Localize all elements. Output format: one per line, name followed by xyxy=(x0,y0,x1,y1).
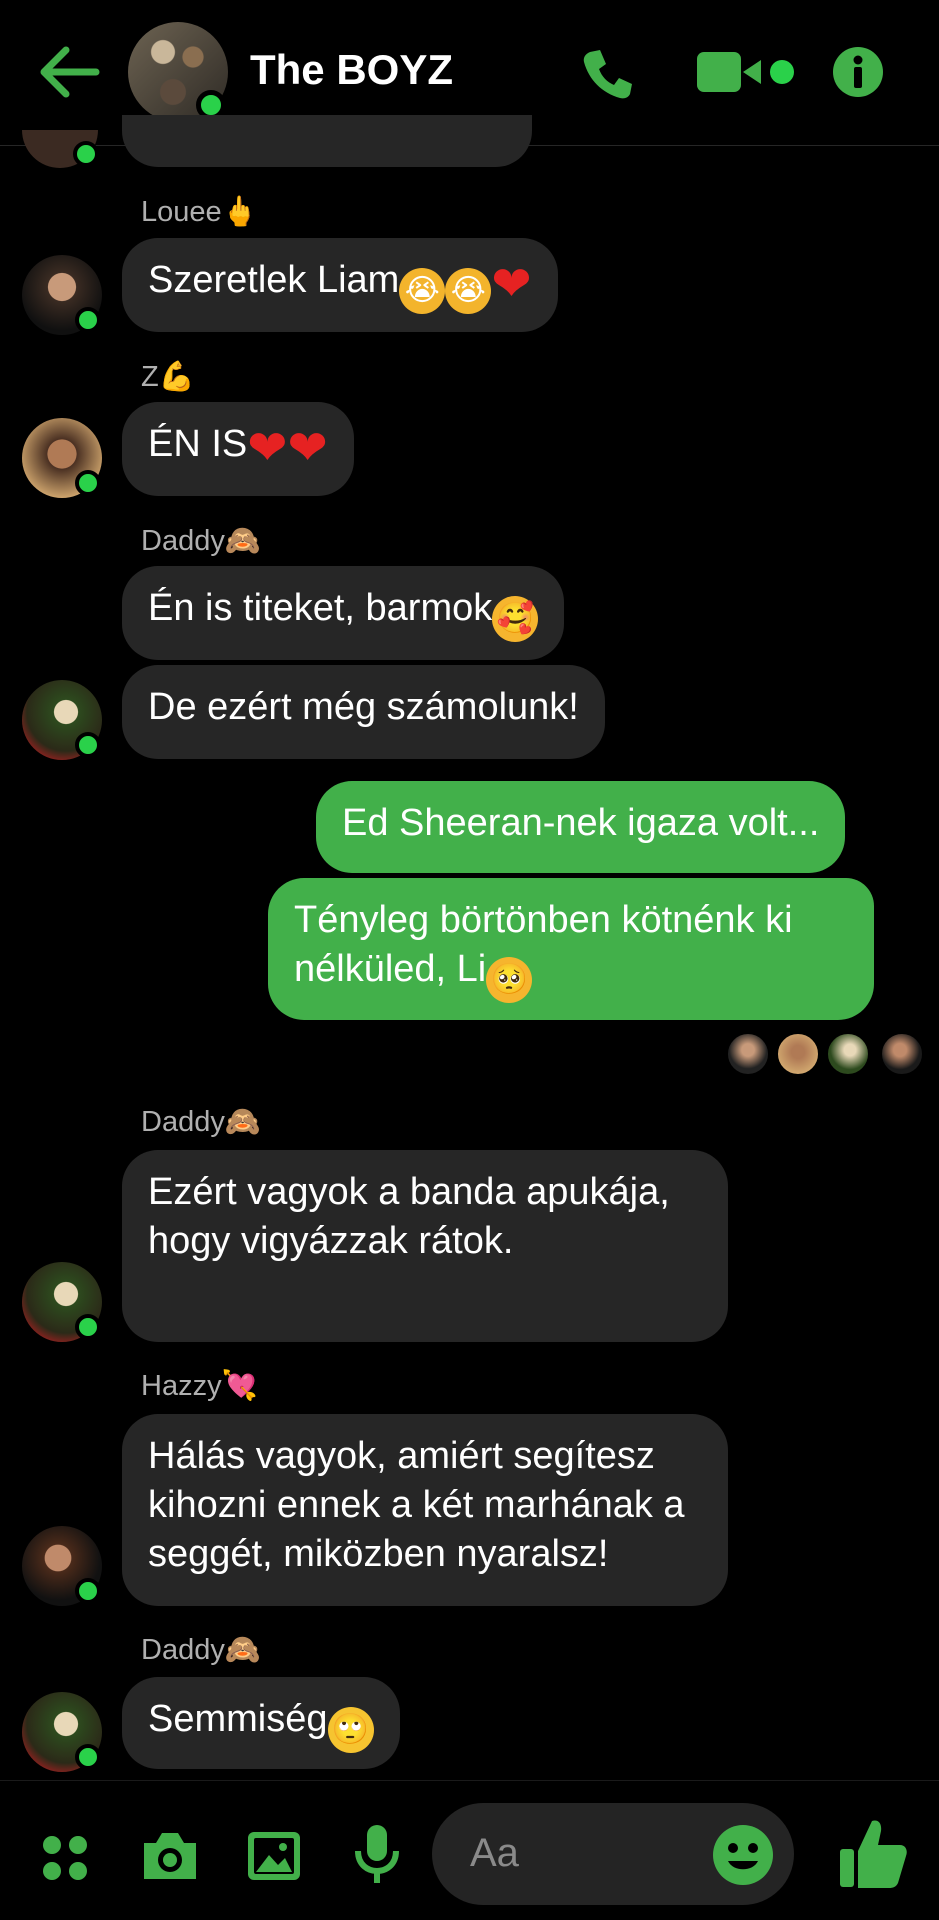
info-icon[interactable] xyxy=(832,46,884,98)
online-indicator xyxy=(75,307,101,333)
online-indicator xyxy=(75,1314,101,1340)
message-input-placeholder: Aa xyxy=(470,1831,519,1875)
red-heart-icon: ❤ xyxy=(247,422,288,475)
image-icon[interactable] xyxy=(245,1829,303,1883)
smiling-hearts-emoji-icon: 🥰 xyxy=(492,596,539,642)
seen-avatar-z xyxy=(776,1032,820,1076)
eye-roll-emoji-icon: 🙄 xyxy=(327,1707,374,1753)
online-indicator xyxy=(75,1578,101,1604)
sender-name: Hazzy💘 xyxy=(141,1370,258,1402)
message-bubble[interactable]: Szeretlek Liam 😭 😭 ❤ xyxy=(122,238,558,332)
video-camera-icon[interactable] xyxy=(695,50,805,94)
online-indicator xyxy=(75,732,101,758)
composer-bar: Aa xyxy=(0,1780,939,1920)
sender-name: Daddy🙈 xyxy=(141,1634,261,1666)
sender-name: Daddy🙈 xyxy=(141,525,261,557)
seen-avatar-hazzy xyxy=(880,1032,924,1076)
chat-title[interactable]: The BOYZ xyxy=(250,46,453,94)
my-message-bubble[interactable]: Ed Sheeran-nek igaza volt... xyxy=(316,781,846,873)
sender-name: Z💪 xyxy=(141,361,195,393)
crying-emoji-icon: 😭 xyxy=(445,268,492,314)
previous-message-bubble[interactable] xyxy=(122,115,532,167)
red-heart-icon: ❤ xyxy=(491,258,532,311)
seen-avatar-louee xyxy=(726,1032,770,1076)
thumbs-up-icon[interactable] xyxy=(838,1817,908,1889)
my-message-bubble[interactable]: Tényleg börtönben kötnénk ki nélküled, L… xyxy=(268,878,874,1020)
message-input[interactable]: Aa xyxy=(432,1803,794,1905)
smiley-icon[interactable] xyxy=(712,1824,774,1886)
red-heart-icon: ❤ xyxy=(287,422,328,475)
microphone-icon[interactable] xyxy=(352,1823,402,1887)
sender-name: Daddy🙈 xyxy=(141,1106,261,1138)
crying-emoji-icon: 😭 xyxy=(399,268,446,314)
message-bubble[interactable]: Én is titeket, barmok 🥰 xyxy=(122,566,565,660)
online-indicator xyxy=(73,141,99,167)
seen-avatar-daddy xyxy=(826,1032,870,1076)
message-bubble[interactable]: Ezért vagyok a banda apukája, hogy vigyá… xyxy=(122,1150,728,1342)
camera-icon[interactable] xyxy=(140,1829,200,1883)
phone-icon[interactable] xyxy=(580,46,636,102)
arrow-left-icon[interactable] xyxy=(38,44,100,100)
message-bubble[interactable]: ÉN IS❤❤ xyxy=(122,402,354,496)
sender-name: Louee🖕 xyxy=(141,196,258,228)
online-indicator xyxy=(75,470,101,496)
message-bubble[interactable]: Hálás vagyok, amiért segítesz kihozni en… xyxy=(122,1414,728,1606)
online-indicator xyxy=(75,1744,101,1770)
message-bubble[interactable]: De ezért még számolunk! xyxy=(122,665,605,759)
pleading-face-emoji-icon: 🥺 xyxy=(486,957,533,1003)
four-dots-icon[interactable] xyxy=(40,1833,90,1883)
message-bubble[interactable]: Semmiség 🙄 xyxy=(122,1677,400,1769)
